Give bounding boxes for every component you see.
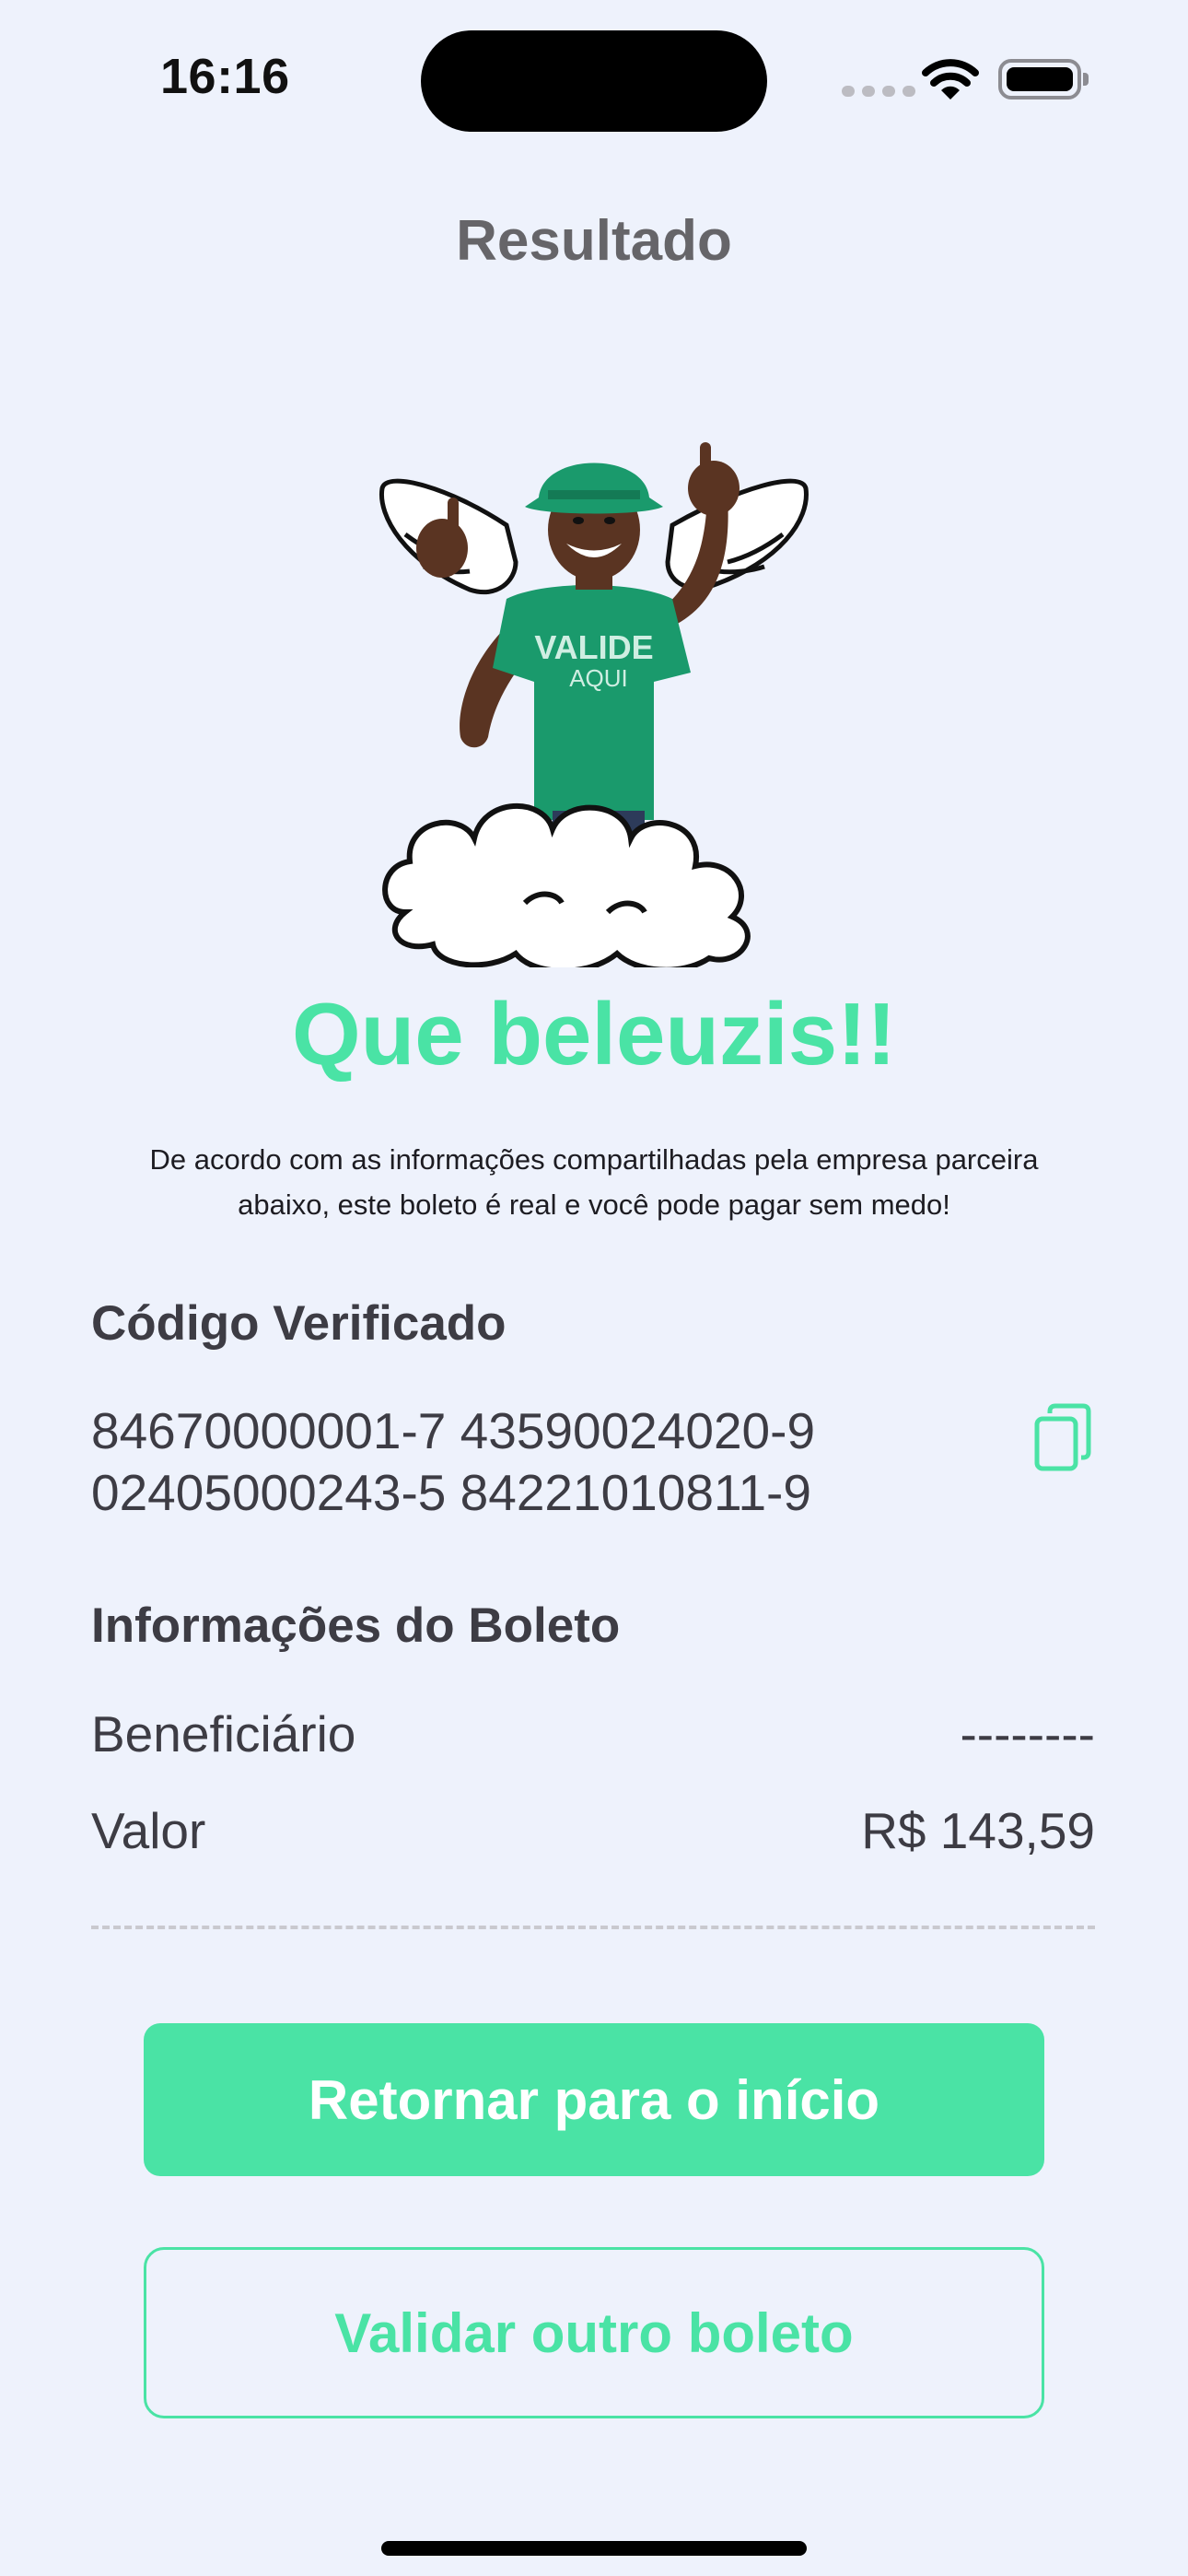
shirt bbox=[493, 585, 691, 820]
barcode-line-1: 84670000001-7 43590024020-9 bbox=[91, 1402, 816, 1459]
boleto-info-title: Informações do Boleto bbox=[91, 1598, 621, 1653]
angel-mascot-illustration: VALIDE AQUI bbox=[379, 442, 809, 967]
verified-code-title: Código Verificado bbox=[91, 1296, 507, 1351]
info-row-value: Valor R$ 143,59 bbox=[91, 1801, 1095, 1860]
cellular-signal-icon bbox=[842, 86, 915, 97]
validate-another-button[interactable]: Validar outro boleto bbox=[144, 2247, 1044, 2418]
wifi-icon bbox=[922, 59, 979, 100]
status-time: 16:16 bbox=[160, 49, 290, 104]
value-amount: R$ 143,59 bbox=[861, 1802, 1095, 1859]
return-home-button[interactable]: Retornar para o início bbox=[144, 2023, 1044, 2176]
shirt-logo-subtext: AQUI bbox=[569, 664, 628, 692]
info-row-beneficiary: Beneficiário -------- bbox=[91, 1704, 1095, 1763]
barcode-number[interactable]: 84670000001-7 43590024020-9 02405000243-… bbox=[91, 1400, 920, 1524]
bucket-hat bbox=[525, 463, 663, 514]
cloud bbox=[382, 802, 751, 967]
result-description: De acordo com as informações compartilha… bbox=[149, 1143, 1039, 1221]
value-label: Valor bbox=[91, 1802, 206, 1859]
home-indicator[interactable] bbox=[381, 2541, 807, 2556]
beneficiary-label: Beneficiário bbox=[91, 1705, 356, 1762]
dynamic-island bbox=[421, 30, 767, 132]
shirt-logo-text: VALIDE bbox=[534, 628, 653, 666]
beneficiary-value: -------- bbox=[960, 1705, 1095, 1762]
battery-icon bbox=[998, 59, 1089, 100]
copy-icon[interactable] bbox=[1033, 1402, 1092, 1472]
dashed-divider bbox=[91, 1926, 1095, 1929]
barcode-line-2: 02405000243-5 84221010811-9 bbox=[91, 1464, 811, 1521]
page-title: Resultado bbox=[456, 209, 732, 273]
result-screen: 16:16 Resultado VALIDE AQUI Que beleuzis… bbox=[0, 0, 1188, 2576]
result-headline: Que beleuzis!! bbox=[291, 985, 897, 1083]
